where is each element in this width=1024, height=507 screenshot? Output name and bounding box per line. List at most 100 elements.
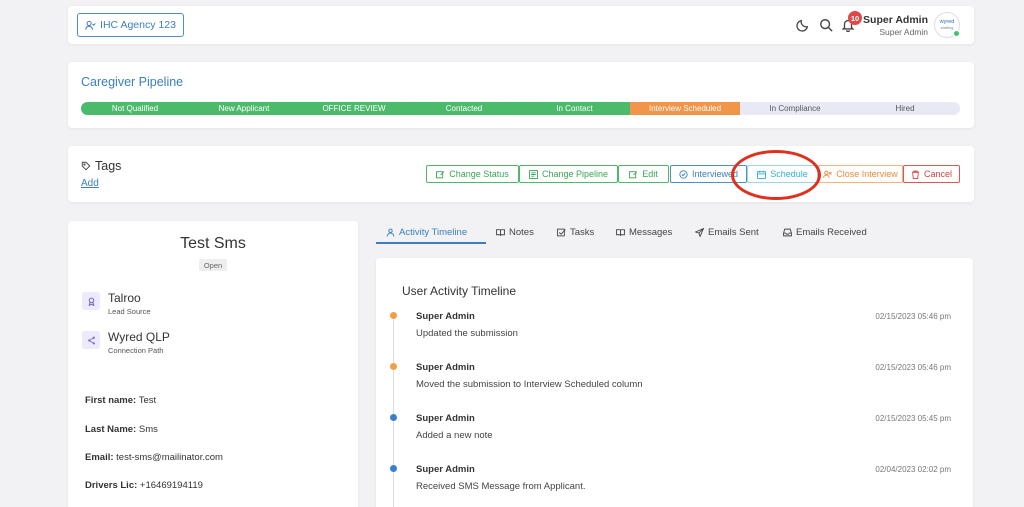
timeline-date: 02/15/2023 05:46 pm: [875, 312, 951, 321]
stage-label: Contacted: [445, 104, 483, 113]
avatar[interactable]: wyred staffing: [934, 12, 960, 38]
timeline-message: Added a new note: [416, 430, 493, 441]
timeline-message: Moved the submission to Interview Schedu…: [416, 379, 643, 390]
timeline-dot: [390, 465, 397, 472]
edit-button[interactable]: Edit: [618, 165, 669, 183]
highlight-annotation-circle: [731, 150, 821, 200]
tab-messages[interactable]: Messages: [616, 227, 672, 238]
stage-label: Hired: [895, 104, 915, 113]
status-badge: Open: [199, 259, 227, 271]
timeline-date: 02/04/2023 02:02 pm: [875, 465, 951, 474]
field-drivers-lic: Drivers Lic: +16469194119: [85, 480, 203, 491]
timeline-author: Super Admin: [416, 464, 475, 475]
pipeline-bar: Not Qualified New Applicant OFFICE REVIE…: [81, 102, 960, 115]
field-value: Test: [138, 395, 157, 406]
tags-heading: Tags: [81, 159, 121, 173]
add-tag-link[interactable]: Add: [81, 178, 99, 189]
checkbox-icon: [557, 228, 566, 237]
stage-label: Interview Scheduled: [648, 104, 722, 113]
field-label: Last Name:: [85, 424, 137, 435]
change-status-button[interactable]: Change Status: [426, 165, 519, 183]
pipeline-stage[interactable]: In Contact: [519, 102, 630, 115]
close-interview-button[interactable]: Close Interview: [818, 165, 903, 183]
field-email: Email: test-sms@mailinator.com: [85, 452, 223, 463]
search-icon[interactable]: [819, 18, 833, 32]
profile-card: Test Sms Open Talroo Lead Source Wyred Q…: [68, 221, 358, 507]
top-header: IHC Agency 123 10 Super Admin Super Admi…: [68, 6, 974, 44]
timeline-title: User Activity Timeline: [402, 284, 517, 298]
timeline-dot: [390, 312, 397, 319]
timeline-message: Received SMS Message from Applicant.: [416, 481, 586, 492]
edit-icon: [629, 170, 638, 178]
user-role: Super Admin: [879, 27, 928, 37]
avatar-logo-subtext: staffing: [940, 24, 954, 30]
tab-label: Activity Timeline: [399, 227, 468, 238]
user-x-icon: [823, 170, 832, 178]
tab-tasks[interactable]: Tasks: [557, 227, 594, 238]
timeline-author: Super Admin: [416, 362, 475, 373]
field-value: Sms: [138, 424, 158, 435]
pipeline-card: Caregiver Pipeline Not Qualified New App…: [68, 62, 974, 128]
lead-source-label: Lead Source: [108, 307, 151, 316]
applicant-name: Test Sms: [180, 235, 246, 252]
close-interview-label: Close Interview: [836, 169, 898, 179]
timeline-message: Updated the submission: [416, 328, 518, 339]
tab-emails-received[interactable]: Emails Received: [783, 227, 867, 238]
lead-source-value: Talroo: [108, 291, 141, 305]
change-status-label: Change Status: [449, 169, 509, 179]
change-pipeline-button[interactable]: Change Pipeline: [519, 165, 618, 183]
share-icon: [82, 331, 100, 349]
user-name: Super Admin: [863, 14, 928, 26]
stage-label: In Compliance: [769, 104, 821, 113]
timeline-date: 02/15/2023 05:46 pm: [875, 363, 951, 372]
tab-label: Notes: [509, 227, 534, 238]
notification-badge: 10: [848, 11, 862, 25]
stage-label: New Applicant: [218, 104, 270, 113]
user-icon: [386, 228, 395, 237]
pipeline-stage[interactable]: Contacted: [409, 102, 519, 115]
stage-label: OFFICE REVIEW: [322, 104, 386, 113]
field-value: +16469194119: [139, 480, 203, 491]
edit-icon: [436, 170, 445, 178]
pipeline-stage[interactable]: Not Qualified: [81, 102, 189, 115]
field-value: test-sms@mailinator.com: [116, 452, 223, 463]
field-last-name: Last Name: Sms: [85, 424, 158, 435]
tab-activity-timeline[interactable]: Activity Timeline: [386, 227, 467, 238]
tags-card: Tags Add Change Status Change Pipeline E…: [68, 146, 974, 202]
pipeline-icon: [529, 169, 538, 179]
stage-label: Not Qualified: [111, 104, 159, 113]
timeline-author: Super Admin: [416, 311, 475, 322]
pipeline-stage[interactable]: OFFICE REVIEW: [299, 102, 409, 115]
tab-emails-sent[interactable]: Emails Sent: [695, 227, 759, 238]
agency-button[interactable]: IHC Agency 123: [77, 13, 184, 37]
field-label: Drivers Lic:: [85, 480, 138, 491]
pipeline-stage[interactable]: Hired: [850, 102, 960, 115]
pipeline-stage[interactable]: In Compliance: [740, 102, 850, 115]
tab-label: Emails Sent: [708, 227, 759, 238]
field-first-name: First name: Test: [85, 395, 156, 406]
tab-notes[interactable]: Notes: [496, 227, 534, 238]
trash-icon: [912, 170, 919, 179]
connection-path-label: Connection Path: [108, 346, 164, 355]
tag-icon: [81, 161, 91, 171]
pipeline-title: Caregiver Pipeline: [81, 75, 184, 89]
timeline-line: [393, 312, 394, 507]
change-pipeline-label: Change Pipeline: [541, 169, 609, 179]
tab-label: Messages: [629, 227, 673, 238]
award-icon: [82, 292, 100, 310]
tab-label: Emails Received: [796, 227, 867, 238]
moon-icon[interactable]: [796, 18, 810, 32]
tab-label: Tasks: [570, 227, 595, 238]
check-circle-icon: [679, 169, 688, 179]
timeline-date: 02/15/2023 05:45 pm: [875, 414, 951, 423]
edit-label: Edit: [642, 169, 658, 179]
cancel-label: Cancel: [923, 169, 952, 179]
connection-path-value: Wyred QLP: [108, 330, 170, 344]
book-icon: [616, 229, 625, 236]
user-check-icon: [85, 20, 96, 30]
send-icon: [695, 228, 704, 237]
pipeline-stage[interactable]: Interview Scheduled: [630, 102, 740, 115]
activity-timeline-card: User Activity Timeline Super Admin 02/15…: [376, 258, 973, 507]
pipeline-stage[interactable]: New Applicant: [189, 102, 299, 115]
cancel-button[interactable]: Cancel: [903, 165, 960, 183]
